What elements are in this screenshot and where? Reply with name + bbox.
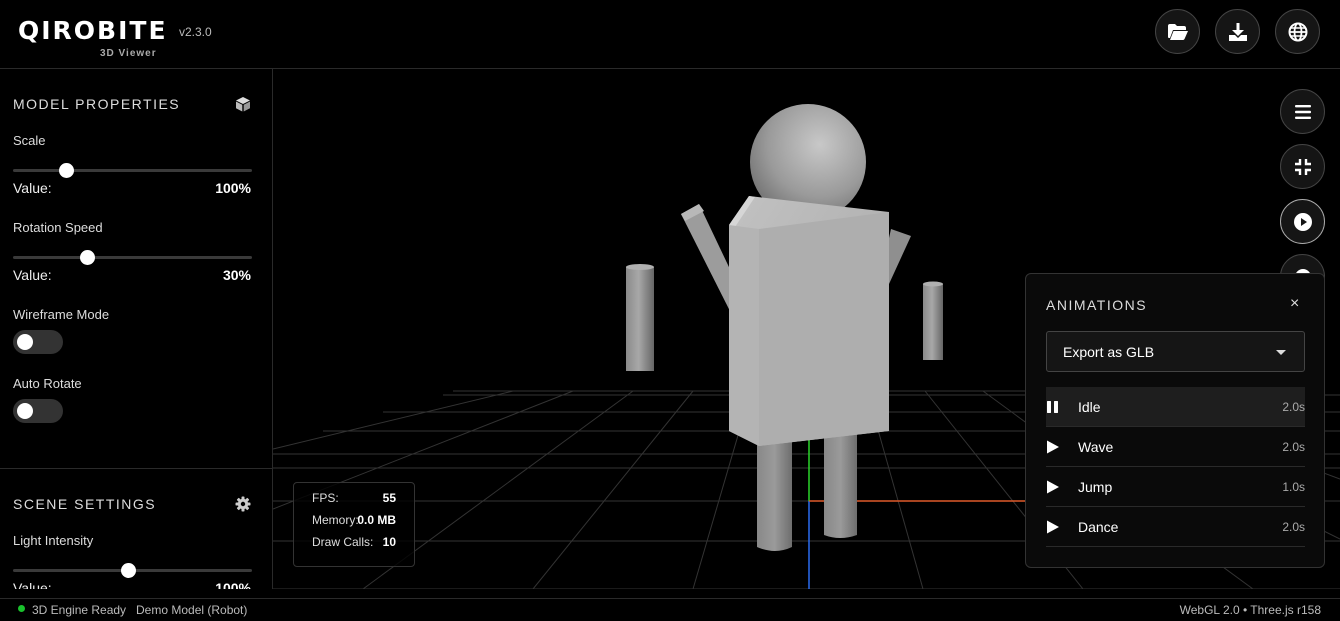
animation-item-wave[interactable]: Wave 2.0s (1046, 427, 1305, 467)
pause-icon[interactable] (1046, 400, 1060, 414)
download-icon (1228, 22, 1247, 41)
export-format-value: Export as GLB (1063, 344, 1155, 360)
sidebar: MODEL PROPERTIES Scale Value: 100% Rotat… (0, 69, 273, 589)
animation-duration: 2.0s (1282, 520, 1305, 534)
wireframe-mode-label: Wireframe Mode (13, 307, 110, 322)
animations-panel: ANIMATIONS × Export as GLB Idle 2.0s Wav… (1025, 273, 1325, 568)
wireframe-mode-toggle[interactable] (13, 330, 63, 354)
toggle-knob (17, 403, 33, 419)
menu-icon (1294, 104, 1311, 119)
engine-status: 3D Engine Ready (32, 603, 127, 617)
play-icon[interactable] (1046, 520, 1060, 534)
compress-icon (1294, 158, 1311, 175)
language-button[interactable] (1275, 9, 1320, 54)
app-logo: QIROBITE (18, 16, 168, 45)
light-intensity-slider[interactable] (13, 563, 252, 578)
animation-item-jump[interactable]: Jump 1.0s (1046, 467, 1305, 507)
scale-slider[interactable] (13, 163, 252, 178)
left-floating-cylinder (626, 264, 654, 371)
folder-open-icon (1167, 23, 1188, 40)
animation-duration: 1.0s (1282, 480, 1305, 494)
animation-item-dance[interactable]: Dance 2.0s (1046, 507, 1305, 547)
status-indicator (18, 605, 25, 612)
cube-icon (236, 97, 250, 112)
app-subtitle: 3D Viewer (100, 48, 157, 59)
rotation-speed-slider-thumb[interactable] (80, 250, 96, 265)
close-icon[interactable]: × (1290, 295, 1299, 313)
draw-calls-value: 10 (382, 535, 396, 549)
rotation-speed-slider[interactable] (13, 250, 252, 265)
3d-viewport[interactable]: FPS: 55 Memory: 0.0 MB Draw Calls: 10 AN… (273, 69, 1340, 589)
animation-item-idle[interactable]: Idle 2.0s (1046, 387, 1305, 427)
rotation-speed-value: 30% (222, 267, 251, 283)
play-icon[interactable] (1046, 440, 1060, 454)
scale-label: Scale (13, 133, 46, 148)
performance-stats: FPS: 55 Memory: 0.0 MB Draw Calls: 10 (293, 482, 415, 567)
rotation-speed-label: Rotation Speed (13, 220, 103, 235)
gear-icon (235, 496, 251, 512)
memory-value: 0.0 MB (357, 513, 396, 527)
fps-value: 55 (382, 491, 396, 505)
animation-duration: 2.0s (1282, 400, 1305, 414)
animation-name: Idle (1078, 399, 1101, 415)
scale-value: 100% (215, 180, 251, 196)
scale-slider-thumb[interactable] (58, 163, 74, 178)
scene-settings-title: SCENE SETTINGS (13, 496, 157, 512)
play-circle-icon (1293, 212, 1312, 231)
download-button[interactable] (1215, 9, 1260, 54)
open-file-button[interactable] (1155, 9, 1200, 54)
animation-name: Jump (1078, 479, 1113, 495)
app-header: QIROBITE 3D Viewer v2.3.0 (0, 0, 1340, 69)
current-model: Demo Model (Robot) (136, 603, 248, 617)
animations-button[interactable] (1280, 199, 1325, 244)
animation-name: Wave (1078, 439, 1114, 455)
compress-button[interactable] (1280, 144, 1325, 189)
memory-label: Memory: (312, 513, 359, 527)
light-intensity-value: 100% (215, 580, 251, 589)
engine-info: WebGL 2.0 • Three.js r158 (1179, 603, 1321, 617)
right-floating-cylinder (923, 281, 943, 360)
draw-calls-row: Draw Calls: 10 (304, 535, 404, 557)
model-properties-title: MODEL PROPERTIES (13, 96, 181, 112)
light-intensity-label: Light Intensity (13, 533, 94, 548)
animations-title: ANIMATIONS (1046, 297, 1148, 313)
animation-name: Dance (1078, 519, 1119, 535)
robot-body (729, 196, 889, 446)
fps-row: FPS: 55 (304, 491, 404, 513)
fps-label: FPS: (312, 491, 339, 505)
rotation-speed-value-label: Value: (13, 267, 52, 283)
section-divider (0, 468, 272, 469)
draw-calls-label: Draw Calls: (312, 535, 374, 549)
toggle-knob (17, 334, 33, 350)
export-format-select[interactable]: Export as GLB (1046, 331, 1305, 372)
app-version: v2.3.0 (179, 25, 212, 39)
light-intensity-value-label: Value: (13, 580, 52, 589)
animation-duration: 2.0s (1282, 440, 1305, 454)
status-bar: 3D Engine Ready Demo Model (Robot) WebGL… (0, 598, 1340, 621)
play-icon[interactable] (1046, 480, 1060, 494)
auto-rotate-label: Auto Rotate (13, 376, 82, 391)
globe-icon (1288, 22, 1307, 41)
light-intensity-slider-thumb[interactable] (120, 563, 136, 578)
chevron-down-icon (1276, 350, 1286, 355)
memory-row: Memory: 0.0 MB (304, 513, 404, 535)
menu-button[interactable] (1280, 89, 1325, 134)
auto-rotate-toggle[interactable] (13, 399, 63, 423)
scale-value-label: Value: (13, 180, 52, 196)
